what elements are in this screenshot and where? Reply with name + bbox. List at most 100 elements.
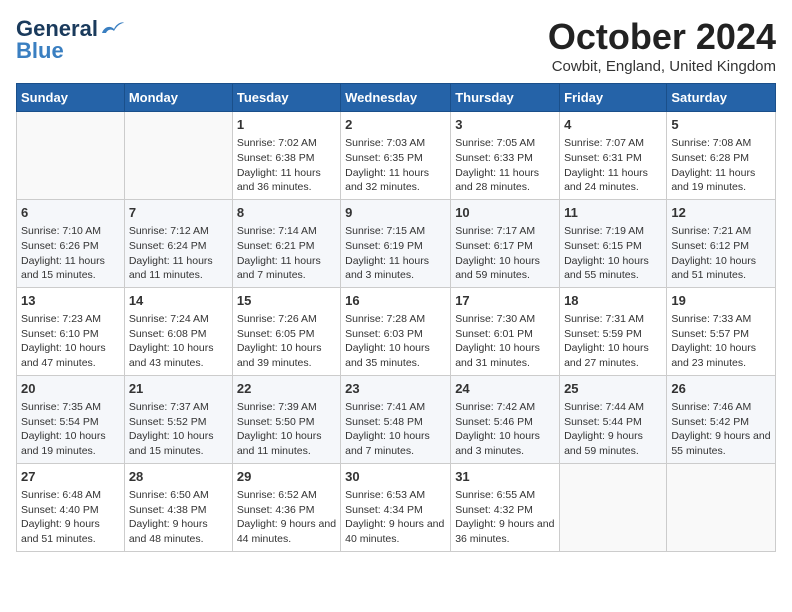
sunrise-text: Sunrise: 6:52 AM [237, 489, 317, 501]
daylight-text: Daylight: 9 hours and 59 minutes. [564, 430, 643, 457]
location-subtitle: Cowbit, England, United Kingdom [548, 58, 776, 75]
calendar-cell [17, 112, 125, 200]
sunrise-text: Sunrise: 7:17 AM [455, 225, 535, 237]
daylight-text: Daylight: 11 hours and 7 minutes. [237, 255, 321, 282]
calendar-cell: 9Sunrise: 7:15 AMSunset: 6:19 PMDaylight… [341, 199, 451, 287]
sunrise-text: Sunrise: 7:10 AM [21, 225, 101, 237]
calendar-cell: 12Sunrise: 7:21 AMSunset: 6:12 PMDayligh… [667, 199, 776, 287]
sunset-text: Sunset: 6:38 PM [237, 152, 315, 164]
day-number: 11 [564, 204, 662, 222]
sunrise-text: Sunrise: 7:24 AM [129, 313, 209, 325]
daylight-text: Daylight: 11 hours and 32 minutes. [345, 167, 429, 194]
sunset-text: Sunset: 5:52 PM [129, 416, 207, 428]
sunrise-text: Sunrise: 7:21 AM [671, 225, 751, 237]
title-area: October 2024 Cowbit, England, United Kin… [548, 16, 776, 75]
calendar-week-row: 6 Sunrise: 7:10 AM Sunset: 6:26 PM Daylight… [17, 199, 776, 287]
day-number: 28 [129, 468, 228, 486]
sunrise-text: Sunrise: 7:15 AM [345, 225, 425, 237]
calendar-cell: 28Sunrise: 6:50 AMSunset: 4:38 PMDayligh… [124, 463, 232, 551]
calendar-cell: 27Sunrise: 6:48 AMSunset: 4:40 PMDayligh… [17, 463, 125, 551]
day-number: 12 [671, 204, 771, 222]
day-number: 16 [345, 292, 446, 310]
sunset-text: Sunset: 6:17 PM [455, 240, 533, 252]
day-number: 15 [237, 292, 336, 310]
day-number: 19 [671, 292, 771, 310]
sunset-text: Sunset: 6:10 PM [21, 328, 99, 340]
calendar-cell: 18Sunrise: 7:31 AMSunset: 5:59 PMDayligh… [560, 287, 667, 375]
sunrise-text: Sunrise: 7:46 AM [671, 401, 751, 413]
calendar-cell: 1Sunrise: 7:02 AMSunset: 6:38 PMDaylight… [232, 112, 340, 200]
day-number: 10 [455, 204, 555, 222]
calendar-cell: 22Sunrise: 7:39 AMSunset: 5:50 PMDayligh… [232, 375, 340, 463]
calendar-cell: 2Sunrise: 7:03 AMSunset: 6:35 PMDaylight… [341, 112, 451, 200]
sunrise-text: Sunrise: 7:26 AM [237, 313, 317, 325]
sunrise-text: Sunrise: 7:30 AM [455, 313, 535, 325]
day-number: 4 [564, 116, 662, 134]
sunrise-text: Sunrise: 7:35 AM [21, 401, 101, 413]
daylight-text: Daylight: 9 hours and 40 minutes. [345, 518, 444, 545]
calendar-cell: 13Sunrise: 7:23 AMSunset: 6:10 PMDayligh… [17, 287, 125, 375]
day-number: 22 [237, 380, 336, 398]
sunrise-text: Sunrise: 7:08 AM [671, 137, 751, 149]
day-number: 13 [21, 292, 120, 310]
sunrise-text: Sunrise: 7:05 AM [455, 137, 535, 149]
sunrise-text: Sunrise: 6:55 AM [455, 489, 535, 501]
col-header-tuesday: Tuesday [232, 84, 340, 112]
col-header-monday: Monday [124, 84, 232, 112]
day-number: 1 [237, 116, 336, 134]
calendar-week-row: 20Sunrise: 7:35 AMSunset: 5:54 PMDayligh… [17, 375, 776, 463]
day-number: 27 [21, 468, 120, 486]
calendar-header-row: SundayMondayTuesdayWednesdayThursdayFrid… [17, 84, 776, 112]
calendar-cell: 23Sunrise: 7:41 AMSunset: 5:48 PMDayligh… [341, 375, 451, 463]
sunset-text: Sunset: 6:31 PM [564, 152, 642, 164]
sunrise-text: Sunrise: 7:31 AM [564, 313, 644, 325]
sunset-text: Sunset: 5:42 PM [671, 416, 749, 428]
col-header-saturday: Saturday [667, 84, 776, 112]
sunrise-text: Sunrise: 7:37 AM [129, 401, 209, 413]
sunrise-text: Sunrise: 7:42 AM [455, 401, 535, 413]
calendar-cell: 20Sunrise: 7:35 AMSunset: 5:54 PMDayligh… [17, 375, 125, 463]
daylight-text: Daylight: 10 hours and 35 minutes. [345, 342, 430, 369]
sunrise-text: Sunrise: 7:14 AM [237, 225, 317, 237]
daylight-text: Daylight: 10 hours and 47 minutes. [21, 342, 106, 369]
logo-blue: Blue [16, 38, 64, 64]
daylight-text: Daylight: 9 hours and 51 minutes. [21, 518, 100, 545]
calendar-cell: 21 Sunrise: 7:37 AM Sunset: 5:52 PM Dayligh… [124, 375, 232, 463]
calendar-cell: 16Sunrise: 7:28 AMSunset: 6:03 PMDayligh… [341, 287, 451, 375]
sunset-text: Sunset: 5:59 PM [564, 328, 642, 340]
sunrise-text: Sunrise: 6:48 AM [21, 489, 101, 501]
col-header-sunday: Sunday [17, 84, 125, 112]
logo-bird-icon [100, 19, 124, 39]
day-number: 21 [129, 380, 228, 398]
sunset-text: Sunset: 6:24 PM [129, 240, 207, 252]
day-number: 2 [345, 116, 446, 134]
day-number: 18 [564, 292, 662, 310]
day-number: 7 [129, 204, 228, 222]
sunset-text: Sunset: 6:12 PM [671, 240, 749, 252]
daylight-text: Daylight: 11 hours and 28 minutes. [455, 167, 539, 194]
daylight-text: Daylight: 9 hours and 36 minutes. [455, 518, 554, 545]
calendar-cell: 26Sunrise: 7:46 AMSunset: 5:42 PMDayligh… [667, 375, 776, 463]
calendar-cell: 25Sunrise: 7:44 AMSunset: 5:44 PMDayligh… [560, 375, 667, 463]
sunrise-text: Sunrise: 6:53 AM [345, 489, 425, 501]
col-header-wednesday: Wednesday [341, 84, 451, 112]
day-number: 5 [671, 116, 771, 134]
calendar-cell: 19Sunrise: 7:33 AMSunset: 5:57 PMDayligh… [667, 287, 776, 375]
day-number: 30 [345, 468, 446, 486]
daylight-text: Daylight: 10 hours and 15 minutes. [129, 430, 214, 457]
calendar-week-row: 13Sunrise: 7:23 AMSunset: 6:10 PMDayligh… [17, 287, 776, 375]
sunset-text: Sunset: 6:15 PM [564, 240, 642, 252]
sunset-text: Sunset: 5:44 PM [564, 416, 642, 428]
day-number: 23 [345, 380, 446, 398]
daylight-text: Daylight: 10 hours and 11 minutes. [237, 430, 322, 457]
day-number: 6 [21, 204, 120, 222]
daylight-text: Daylight: 10 hours and 23 minutes. [671, 342, 756, 369]
sunrise-text: Sunrise: 7:28 AM [345, 313, 425, 325]
sunset-text: Sunset: 6:26 PM [21, 240, 99, 252]
sunset-text: Sunset: 6:01 PM [455, 328, 533, 340]
sunset-text: Sunset: 5:46 PM [455, 416, 533, 428]
sunrise-text: Sunrise: 7:44 AM [564, 401, 644, 413]
sunrise-text: Sunrise: 7:12 AM [129, 225, 209, 237]
calendar-cell: 10Sunrise: 7:17 AMSunset: 6:17 PMDayligh… [451, 199, 560, 287]
calendar-cell: 15Sunrise: 7:26 AMSunset: 6:05 PMDayligh… [232, 287, 340, 375]
